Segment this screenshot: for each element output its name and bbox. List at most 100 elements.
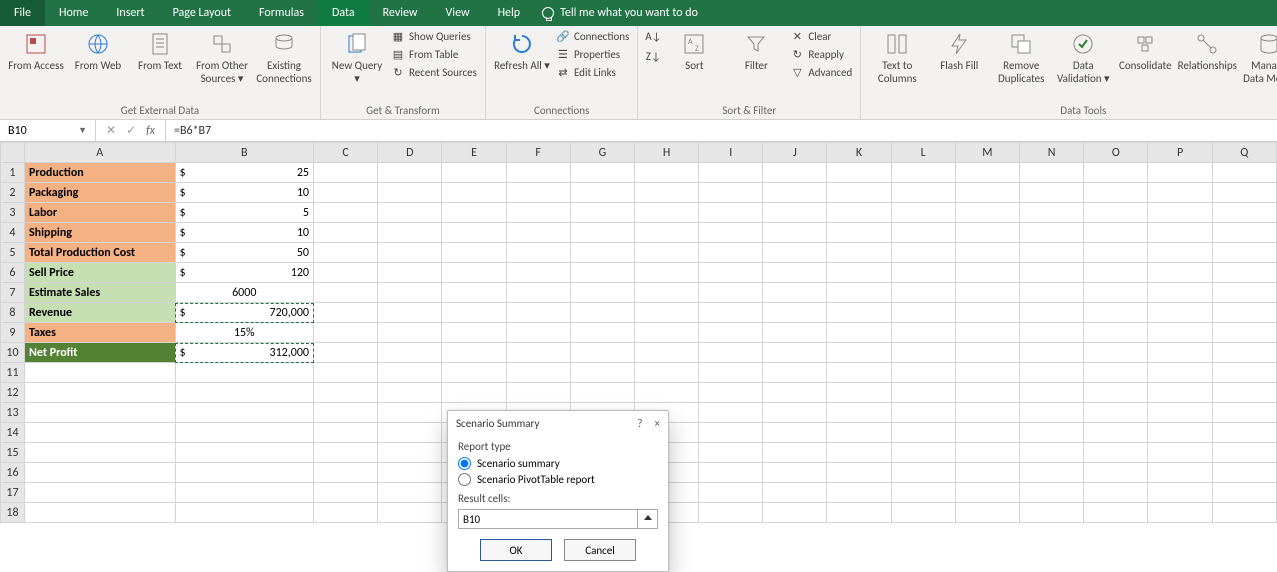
cell-G9[interactable]	[570, 323, 634, 343]
cell-M2[interactable]	[955, 183, 1019, 203]
cell-P6[interactable]	[1148, 263, 1212, 283]
cell-Q13[interactable]	[1212, 403, 1276, 423]
cell-J15[interactable]	[763, 443, 827, 463]
cell-Q14[interactable]	[1212, 423, 1276, 443]
btn-refresh-all[interactable]: Refresh All ▾	[494, 28, 550, 73]
cell-C11[interactable]	[314, 363, 378, 383]
cell-D13[interactable]	[378, 403, 442, 423]
ok-button[interactable]: OK	[480, 539, 552, 561]
col-header-M[interactable]: M	[955, 143, 1019, 163]
cell-O17[interactable]	[1084, 483, 1148, 503]
tab-data[interactable]: Data	[318, 0, 369, 26]
cell-B6[interactable]: $120	[175, 263, 314, 283]
cell-J12[interactable]	[763, 383, 827, 403]
cell-J4[interactable]	[763, 223, 827, 243]
cell-H6[interactable]	[634, 263, 698, 283]
cell-B16[interactable]	[175, 463, 314, 483]
cell-N2[interactable]	[1020, 183, 1084, 203]
cell-C13[interactable]	[314, 403, 378, 423]
cell-Q12[interactable]	[1212, 383, 1276, 403]
cell-A7[interactable]: Estimate Sales	[24, 283, 175, 303]
col-header-N[interactable]: N	[1020, 143, 1084, 163]
cell-I6[interactable]	[699, 263, 763, 283]
cell-J14[interactable]	[763, 423, 827, 443]
cell-O13[interactable]	[1084, 403, 1148, 423]
cell-O18[interactable]	[1084, 503, 1148, 523]
cell-Q8[interactable]	[1212, 303, 1276, 323]
btn-sort-za[interactable]: Z↓	[646, 48, 660, 64]
cell-K12[interactable]	[827, 383, 891, 403]
cell-A18[interactable]	[24, 503, 175, 523]
btn-flash-fill[interactable]: Flash Fill	[931, 28, 987, 73]
cell-G4[interactable]	[570, 223, 634, 243]
tab-insert[interactable]: Insert	[102, 0, 158, 26]
cell-D2[interactable]	[378, 183, 442, 203]
row-header-17[interactable]: 17	[1, 483, 25, 503]
cell-L1[interactable]	[891, 163, 955, 183]
row-header-7[interactable]: 7	[1, 283, 25, 303]
worksheet-grid[interactable]: A B C D E F G H I J K L M N O P Q 1Produ…	[0, 142, 1277, 523]
cell-D11[interactable]	[378, 363, 442, 383]
cell-H12[interactable]	[634, 383, 698, 403]
cell-M18[interactable]	[955, 503, 1019, 523]
cell-I9[interactable]	[699, 323, 763, 343]
cell-F8[interactable]	[506, 303, 570, 323]
cell-B12[interactable]	[175, 383, 314, 403]
cell-N16[interactable]	[1020, 463, 1084, 483]
cell-O1[interactable]	[1084, 163, 1148, 183]
cell-K6[interactable]	[827, 263, 891, 283]
cell-O16[interactable]	[1084, 463, 1148, 483]
cell-E12[interactable]	[442, 383, 506, 403]
cell-H2[interactable]	[634, 183, 698, 203]
cell-A11[interactable]	[24, 363, 175, 383]
cell-I12[interactable]	[699, 383, 763, 403]
cell-J13[interactable]	[763, 403, 827, 423]
row-header-15[interactable]: 15	[1, 443, 25, 463]
cell-G3[interactable]	[570, 203, 634, 223]
cell-E6[interactable]	[442, 263, 506, 283]
cell-P18[interactable]	[1148, 503, 1212, 523]
cell-Q16[interactable]	[1212, 463, 1276, 483]
cell-D14[interactable]	[378, 423, 442, 443]
result-cells-input[interactable]	[458, 509, 638, 529]
cell-L12[interactable]	[891, 383, 955, 403]
cell-N7[interactable]	[1020, 283, 1084, 303]
cell-J10[interactable]	[763, 343, 827, 363]
cell-N11[interactable]	[1020, 363, 1084, 383]
cell-P13[interactable]	[1148, 403, 1212, 423]
cell-K7[interactable]	[827, 283, 891, 303]
cell-D16[interactable]	[378, 463, 442, 483]
cell-K1[interactable]	[827, 163, 891, 183]
cell-I1[interactable]	[699, 163, 763, 183]
btn-from-access[interactable]: From Access	[8, 28, 64, 73]
cell-I10[interactable]	[699, 343, 763, 363]
cell-A4[interactable]: Shipping	[24, 223, 175, 243]
btn-reapply-filter[interactable]: ↻Reapply	[790, 46, 852, 62]
cell-B1[interactable]: $25	[175, 163, 314, 183]
col-header-D[interactable]: D	[378, 143, 442, 163]
cell-P2[interactable]	[1148, 183, 1212, 203]
cell-D8[interactable]	[378, 303, 442, 323]
cell-P10[interactable]	[1148, 343, 1212, 363]
btn-filter[interactable]: Filter	[728, 28, 784, 73]
cell-L2[interactable]	[891, 183, 955, 203]
tab-file[interactable]: File	[0, 0, 45, 26]
btn-new-query[interactable]: New Query ▾	[329, 28, 385, 85]
cell-K13[interactable]	[827, 403, 891, 423]
cell-M7[interactable]	[955, 283, 1019, 303]
cell-P17[interactable]	[1148, 483, 1212, 503]
cell-Q5[interactable]	[1212, 243, 1276, 263]
cell-N18[interactable]	[1020, 503, 1084, 523]
btn-from-text[interactable]: From Text	[132, 28, 188, 73]
radio-scenario-summary[interactable]: Scenario summary	[458, 457, 658, 470]
cell-A15[interactable]	[24, 443, 175, 463]
cell-A8[interactable]: Revenue	[24, 303, 175, 323]
cell-M17[interactable]	[955, 483, 1019, 503]
cell-M5[interactable]	[955, 243, 1019, 263]
cell-A16[interactable]	[24, 463, 175, 483]
dialog-help-button[interactable]: ?	[637, 417, 642, 430]
cell-E2[interactable]	[442, 183, 506, 203]
cell-E9[interactable]	[442, 323, 506, 343]
cell-L17[interactable]	[891, 483, 955, 503]
cell-J17[interactable]	[763, 483, 827, 503]
